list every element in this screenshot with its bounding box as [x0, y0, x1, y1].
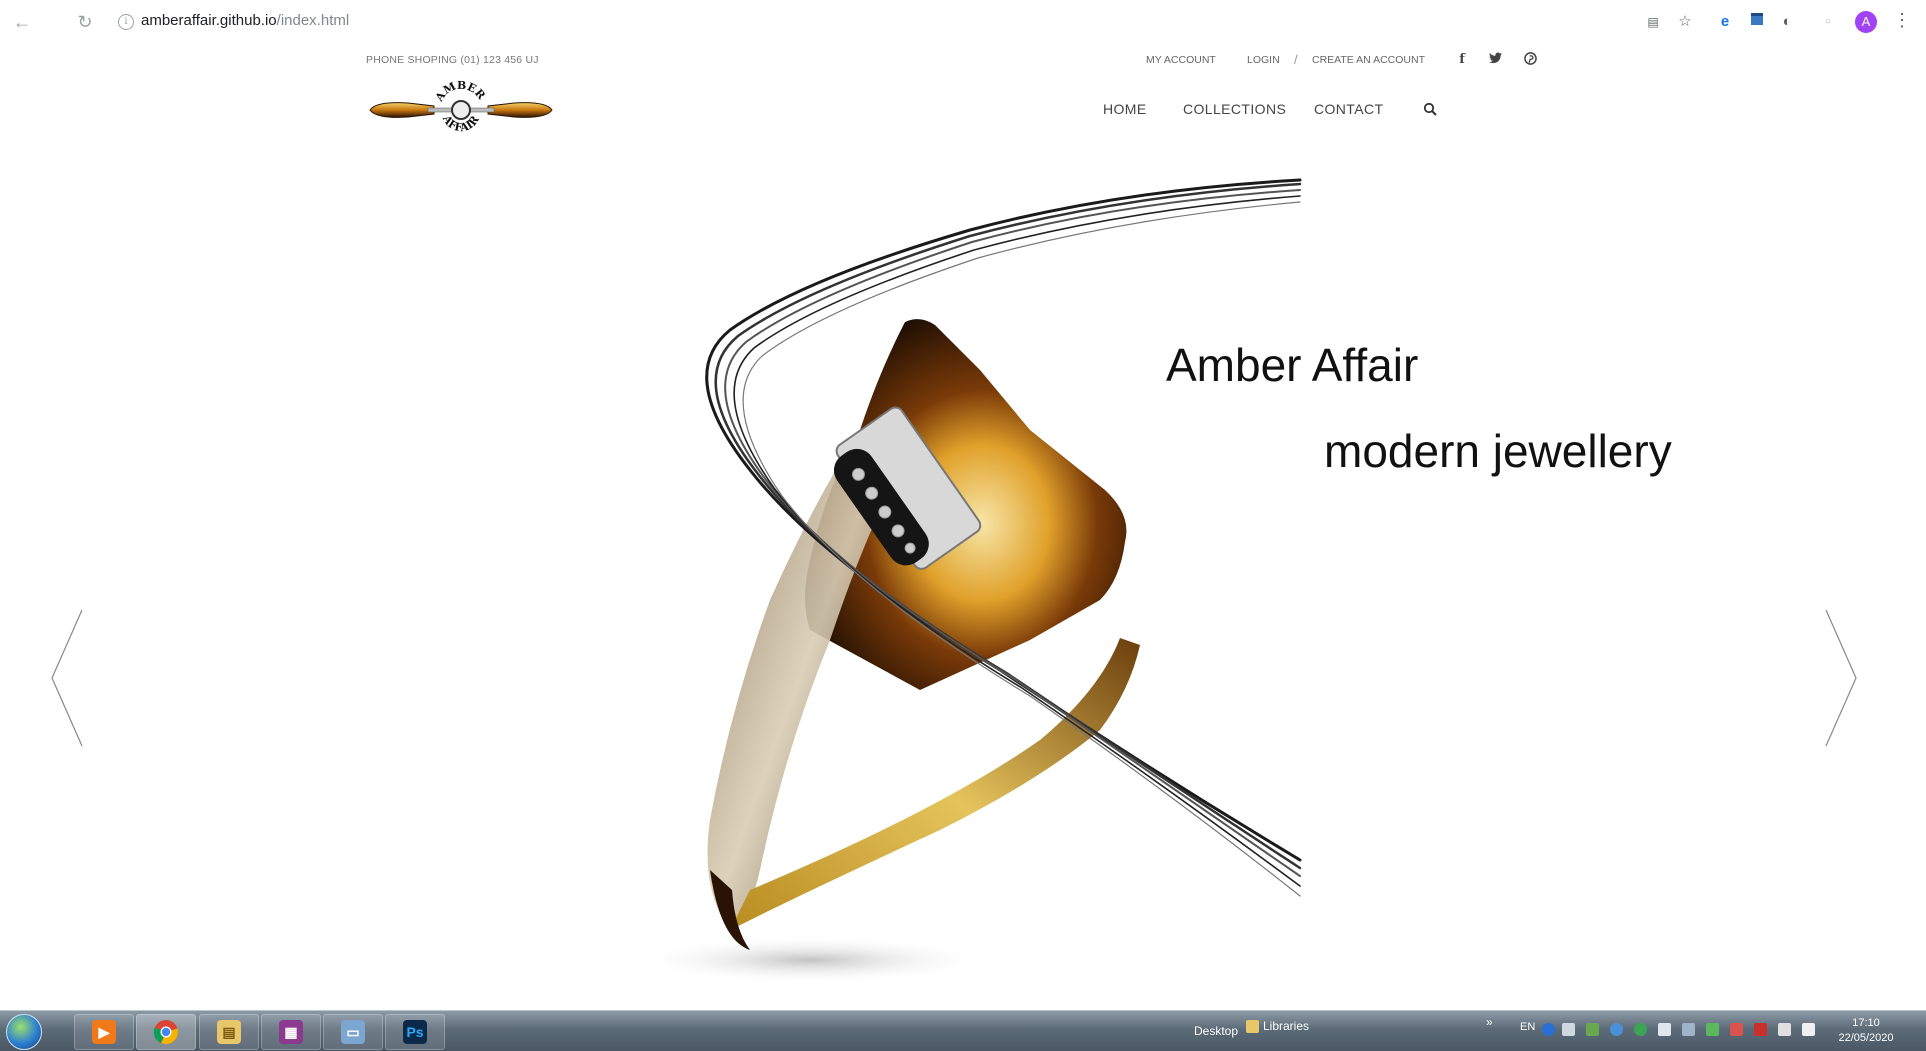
nav-home[interactable]: HOME	[1103, 101, 1147, 117]
cloud-tray-icon[interactable]	[1682, 1023, 1695, 1036]
network-disconnected-icon[interactable]	[1730, 1023, 1743, 1036]
chrome-icon[interactable]	[136, 1014, 196, 1050]
power-tray-icon[interactable]	[1778, 1023, 1791, 1036]
translate-icon[interactable]: ▤	[1643, 12, 1663, 32]
twitter-icon[interactable]	[1486, 52, 1504, 67]
start-button[interactable]	[6, 1014, 42, 1050]
reload-icon[interactable]: ↻	[73, 10, 97, 34]
browser-toolbar: ← ↻ i amberaffair.github.io/index.html ▤…	[0, 0, 1926, 44]
extension-clapper-icon[interactable]	[1747, 12, 1767, 32]
url-path: /index.html	[276, 12, 350, 29]
security-check-icon[interactable]	[1634, 1023, 1647, 1036]
login-link[interactable]: LOGIN	[1247, 54, 1280, 66]
clock-date: 22/05/2020	[1838, 1032, 1894, 1044]
back-icon[interactable]: ←	[10, 10, 34, 34]
url-host: amberaffair.github.io	[141, 12, 277, 29]
desktop-toolbar-label[interactable]: Desktop	[1194, 1024, 1238, 1038]
create-account-link[interactable]: CREATE AN ACCOUNT	[1312, 54, 1425, 66]
help-tray-icon[interactable]	[1542, 1023, 1555, 1036]
my-account-link[interactable]: MY ACCOUNT	[1146, 54, 1216, 66]
profile-avatar[interactable]: A	[1855, 11, 1877, 33]
toolbar-overflow-chevron[interactable]: »	[1486, 1015, 1493, 1029]
hero-title: Amber Affair	[1166, 339, 1419, 391]
network-tray-icon[interactable]	[1586, 1023, 1599, 1036]
scanner-icon[interactable]: ▭	[323, 1014, 383, 1050]
search-icon[interactable]	[1423, 102, 1437, 116]
language-indicator[interactable]: EN	[1520, 1021, 1535, 1033]
libraries-folder-icon	[1246, 1020, 1259, 1033]
nav-collections[interactable]: COLLECTIONS	[1183, 101, 1286, 117]
libraries-toolbar-label[interactable]: Libraries	[1263, 1019, 1309, 1033]
windows-taskbar: ▶ ▤ ▦ ▭ Ps Desktop Libraries » EN 17:10 …	[0, 1010, 1926, 1051]
file-explorer-icon[interactable]: ▤	[199, 1014, 259, 1050]
winrar-icon[interactable]: ▦	[261, 1014, 321, 1050]
browser-menu-icon[interactable]: ⋮	[1893, 10, 1911, 31]
site-info-icon[interactable]: i	[118, 14, 134, 30]
extension-placeholder-icon[interactable]: ▫	[1818, 12, 1838, 32]
extension-e-icon[interactable]: e	[1715, 12, 1735, 32]
volume-icon[interactable]	[1802, 1023, 1815, 1036]
nav-contact[interactable]: CONTACT	[1314, 101, 1383, 117]
taskbar-clock[interactable]: 17:10 22/05/2020	[1836, 1016, 1896, 1046]
bookmark-star-icon[interactable]: ☆	[1675, 12, 1695, 32]
hero-subtitle: modern jewellery	[1324, 425, 1672, 477]
slider-prev-arrow[interactable]	[50, 606, 90, 750]
amber-jewellery-image	[630, 178, 1302, 984]
pinterest-icon[interactable]	[1521, 52, 1539, 68]
extension-moon-icon[interactable]: ◐	[1777, 12, 1797, 32]
link-separator: /	[1294, 52, 1298, 67]
show-hidden-icons-icon[interactable]	[1562, 1023, 1575, 1036]
amber-affair-logo[interactable]: AMBER AFFAIR	[368, 79, 554, 135]
update-tray-icon[interactable]	[1706, 1023, 1719, 1036]
photoshop-icon[interactable]: Ps	[385, 1014, 445, 1050]
media-player-icon[interactable]: ▶	[74, 1014, 134, 1050]
photoshop-label: Ps	[403, 1020, 427, 1044]
clock-time: 17:10	[1852, 1017, 1880, 1029]
sync-tray-icon[interactable]	[1610, 1023, 1623, 1036]
facebook-icon[interactable]: f	[1453, 52, 1471, 67]
device-tray-icon[interactable]	[1658, 1023, 1671, 1036]
phone-shopping-text: PHONE SHOPING (01) 123 456 UJ	[366, 54, 539, 66]
antivirus-tray-icon[interactable]	[1754, 1023, 1767, 1036]
address-bar[interactable]: amberaffair.github.io/index.html	[141, 12, 349, 29]
hero-slider	[0, 150, 1926, 1010]
slider-next-arrow[interactable]	[1818, 606, 1858, 750]
